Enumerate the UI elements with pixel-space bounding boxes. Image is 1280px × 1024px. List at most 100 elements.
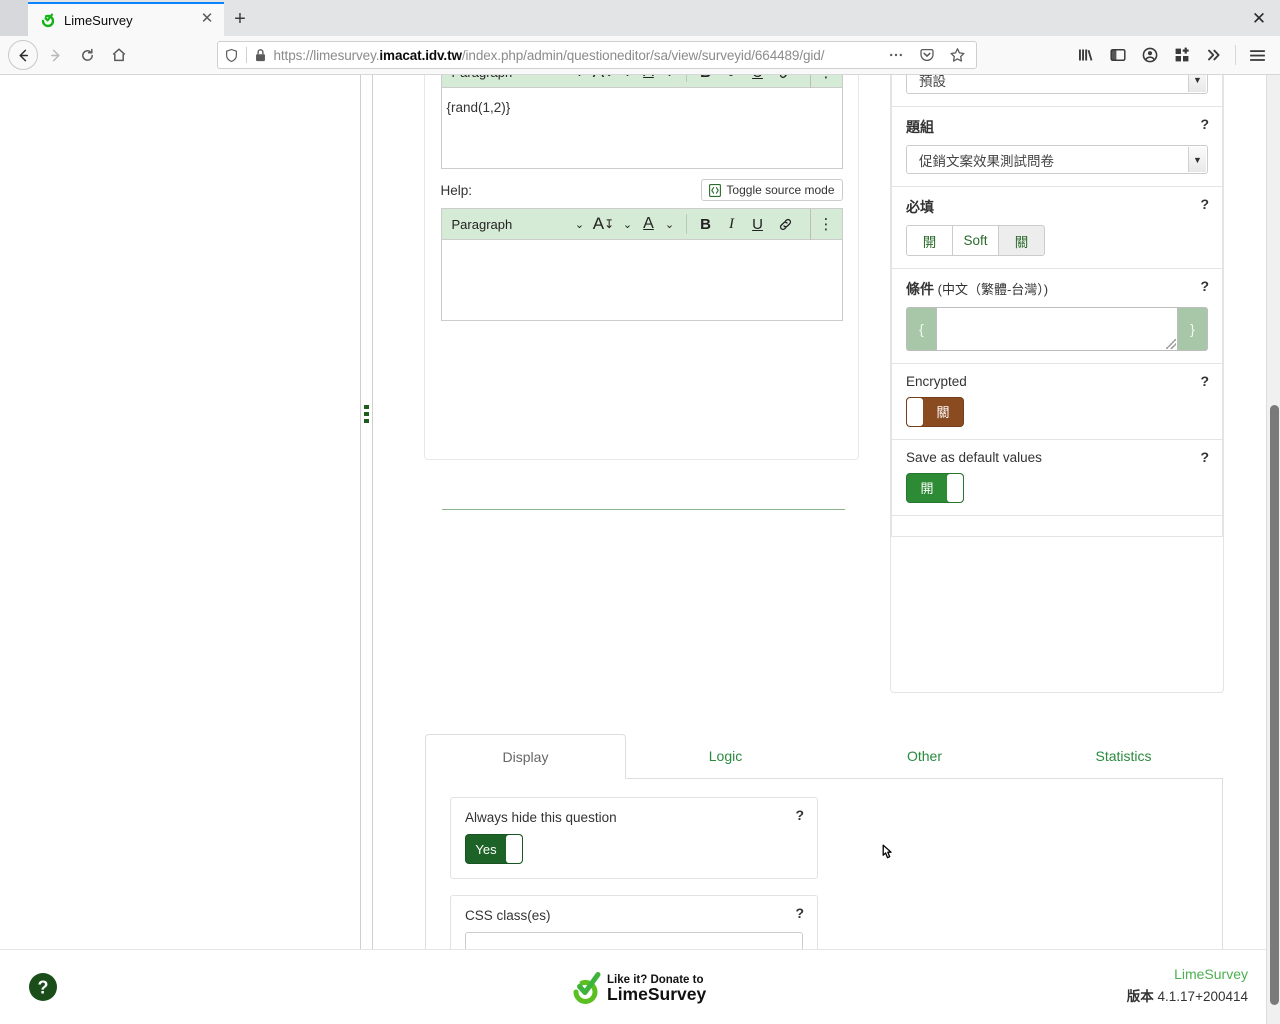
home-button[interactable] xyxy=(104,40,134,70)
help-text-editor: Paragraph ⌄ A ↧ ⌄ A ⌄ B I U ⋮ xyxy=(440,208,843,321)
help-editor-toolbar: Paragraph ⌄ A ↧ ⌄ A ⌄ B I U ⋮ xyxy=(440,208,843,240)
footer-version-number: 4.1.17+200414 xyxy=(1157,989,1248,1004)
sidebar-icon[interactable] xyxy=(1103,40,1133,70)
always-hide-label: Always hide this question xyxy=(465,810,617,825)
source-code-icon xyxy=(709,183,722,197)
relevance-setting: ? 條件 (中文（繁體-台灣）) { } xyxy=(891,268,1223,364)
encrypted-toggle[interactable]: 關 xyxy=(906,397,964,427)
encrypted-help-icon[interactable]: ? xyxy=(1200,373,1209,389)
help-bold-icon[interactable]: B xyxy=(693,209,719,240)
always-hide-toggle[interactable]: Yes xyxy=(465,834,523,864)
tab-statistics[interactable]: Statistics xyxy=(1024,734,1223,779)
svg-text:LimeSurvey: LimeSurvey xyxy=(607,984,706,1004)
url-bar[interactable]: https://limesurvey.imacat.idv.tw/index.p… xyxy=(216,41,977,69)
advanced-settings-tabs: Display Logic Other Statistics xyxy=(425,733,1223,779)
mandatory-option-off[interactable]: 關 xyxy=(998,225,1045,256)
browser-tab[interactable]: LimeSurvey ✕ xyxy=(28,2,224,36)
new-tab-button[interactable]: + xyxy=(224,2,256,36)
extensions-icon[interactable] xyxy=(1167,40,1197,70)
style-select[interactable]: 預設 ▼ xyxy=(906,75,1208,94)
browser-tab-strip: LimeSurvey ✕ + ✕ xyxy=(0,0,1280,36)
page-viewport: Paragraph ⌄ A↧ ⌄ A ⌄ B I U ⋮ xyxy=(0,75,1280,1024)
tab-logic[interactable]: Logic xyxy=(626,734,825,779)
help-underline-icon[interactable]: U xyxy=(745,209,771,240)
account-icon[interactable] xyxy=(1135,40,1165,70)
star-icon[interactable] xyxy=(946,43,970,67)
limesurvey-favicon-icon xyxy=(40,12,56,28)
help-text-input[interactable] xyxy=(440,239,843,321)
mandatory-option-on[interactable]: 開 xyxy=(906,225,953,256)
relevance-textarea[interactable] xyxy=(936,307,1178,351)
help-paragraph-chevron-down-icon[interactable]: ⌄ xyxy=(570,209,590,240)
toggle-source-mode-button[interactable]: Toggle source mode xyxy=(701,179,843,201)
url-divider xyxy=(245,47,247,63)
css-classes-help-icon[interactable]: ? xyxy=(795,905,804,921)
font-size-icon[interactable]: A↧ xyxy=(590,75,618,88)
overflow-chevrons-icon[interactable] xyxy=(1199,40,1229,70)
paragraph-format-select[interactable]: Paragraph xyxy=(452,75,570,88)
forward-button[interactable] xyxy=(40,40,70,70)
back-button[interactable] xyxy=(8,40,38,70)
style-select-chevron-down-icon: ▼ xyxy=(1188,75,1206,92)
help-italic-icon[interactable]: I xyxy=(719,209,745,240)
question-group-select[interactable]: 促銷文案效果測試問卷 ▼ xyxy=(906,145,1208,174)
relevance-help-icon[interactable]: ? xyxy=(1200,278,1209,294)
save-default-setting: ? Save as default values 開 xyxy=(891,439,1223,516)
mandatory-option-soft[interactable]: Soft xyxy=(952,225,999,256)
mandatory-help-icon[interactable]: ? xyxy=(1200,196,1209,212)
help-link-icon[interactable] xyxy=(771,209,801,240)
question-text-input[interactable]: {rand(1,2)} xyxy=(440,87,843,169)
help-text-color-chevron-down-icon[interactable]: ⌄ xyxy=(660,209,680,240)
page-scrollbar-track[interactable] xyxy=(1266,75,1280,1024)
mandatory-setting: ? 必填 開 Soft 關 xyxy=(891,186,1223,269)
save-default-help-icon[interactable]: ? xyxy=(1200,449,1209,465)
question-group-help-icon[interactable]: ? xyxy=(1200,116,1209,132)
sidebar-resize-handle[interactable] xyxy=(364,405,370,423)
help-font-size-icon[interactable]: A ↧ xyxy=(590,209,618,240)
tab-other[interactable]: Other xyxy=(825,734,1024,779)
question-group-label: 題組 xyxy=(906,119,934,135)
more-options-kebab-icon[interactable]: ⋮ xyxy=(811,75,842,88)
shield-icon[interactable] xyxy=(224,48,239,63)
help-text-color-icon[interactable]: A xyxy=(638,209,660,240)
help-more-options-kebab-icon[interactable]: ⋮ xyxy=(811,209,842,240)
style-select-value: 預設 xyxy=(919,75,946,89)
browser-tab-title: LimeSurvey xyxy=(64,12,133,28)
window-close-button[interactable]: ✕ xyxy=(1248,8,1270,30)
browser-tab-close-icon[interactable]: ✕ xyxy=(198,11,216,29)
help-paragraph-format-select[interactable]: Paragraph xyxy=(452,209,570,240)
bold-icon[interactable]: B xyxy=(693,75,719,88)
save-default-toggle[interactable]: 開 xyxy=(906,473,964,503)
help-font-size-chevron-down-icon[interactable]: ⌄ xyxy=(618,209,638,240)
paragraph-chevron-down-icon[interactable]: ⌄ xyxy=(570,75,590,88)
help-circle-icon[interactable]: ? xyxy=(28,972,58,1007)
sidebar-left-border xyxy=(360,75,361,974)
page-actions-icon[interactable] xyxy=(884,43,908,67)
relevance-input-group: { } xyxy=(906,307,1208,351)
donate-logo[interactable]: Like it? Donate to LimeSurvey xyxy=(566,968,706,1015)
lock-icon[interactable] xyxy=(254,48,267,63)
underline-icon[interactable]: U xyxy=(745,75,771,88)
library-icon[interactable] xyxy=(1071,40,1101,70)
tab-display[interactable]: Display xyxy=(425,734,626,779)
font-size-chevron-down-icon[interactable]: ⌄ xyxy=(618,75,638,88)
question-text-editor: Paragraph ⌄ A↧ ⌄ A ⌄ B I U ⋮ xyxy=(440,75,843,169)
always-hide-help-icon[interactable]: ? xyxy=(795,807,804,823)
pocket-icon[interactable] xyxy=(915,43,939,67)
page-scrollbar-thumb[interactable] xyxy=(1270,405,1279,1005)
reload-button[interactable] xyxy=(72,40,102,70)
question-settings-panel: 預設 ▼ ? 題組 促銷文案效果測試問卷 ▼ ? 必填 開 Soft 關 ? 條… xyxy=(890,75,1224,693)
link-icon[interactable] xyxy=(771,75,801,88)
relevance-sublabel: (中文（繁體-台灣）) xyxy=(934,282,1049,297)
hamburger-menu-icon[interactable] xyxy=(1242,40,1272,70)
help-label: Help: xyxy=(440,182,473,198)
settings-panel-footer xyxy=(891,515,1223,537)
url-bar-container: https://limesurvey.imacat.idv.tw/index.p… xyxy=(136,41,1057,69)
text-color-icon[interactable]: A xyxy=(638,75,660,88)
relevance-resize-grip[interactable] xyxy=(1166,339,1176,349)
text-color-chevron-down-icon[interactable]: ⌄ xyxy=(660,75,680,88)
italic-icon[interactable]: I xyxy=(719,75,745,88)
mandatory-button-group: 開 Soft 關 xyxy=(906,225,1208,256)
always-hide-toggle-label: Yes xyxy=(475,841,497,857)
relevance-suffix-addon: } xyxy=(1178,307,1208,351)
